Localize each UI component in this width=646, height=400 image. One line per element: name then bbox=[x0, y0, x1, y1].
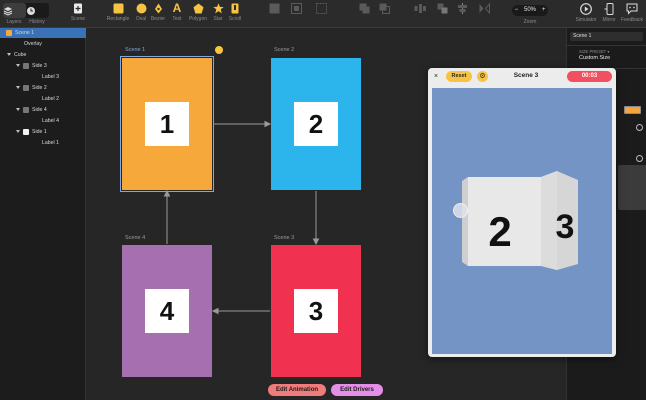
trigger-icon[interactable]: ⚡ bbox=[215, 46, 223, 54]
flip-icon bbox=[479, 3, 490, 14]
layer-row-label-3[interactable]: Label 3 bbox=[0, 72, 86, 82]
disclosure-triangle-icon[interactable] bbox=[16, 64, 20, 68]
scene-label: Scene 3 bbox=[274, 235, 295, 241]
scene-name-field[interactable]: Scene 1 bbox=[570, 32, 643, 41]
layers-history-toggle[interactable] bbox=[3, 3, 49, 18]
scene-number-card: 1 bbox=[145, 102, 189, 146]
cube-render: 2 3 bbox=[462, 171, 578, 270]
mask-icon bbox=[269, 3, 279, 14]
zoom-in-button[interactable]: + bbox=[540, 5, 548, 16]
cube-side-number: 3 bbox=[556, 208, 575, 246]
layer-row-label-4[interactable]: Label 4 bbox=[0, 116, 86, 126]
arrange-icon bbox=[437, 3, 447, 14]
subtract-icon bbox=[379, 3, 390, 14]
layer-row-label-2[interactable]: Label 2 bbox=[0, 94, 86, 104]
scene-3-artboard[interactable]: 3 bbox=[271, 245, 361, 377]
zoom-control[interactable]: − 50% + bbox=[512, 5, 548, 16]
divider bbox=[567, 45, 646, 46]
layer-row-cube[interactable]: Cube bbox=[0, 50, 86, 60]
disclosure-triangle-icon[interactable] bbox=[16, 86, 20, 90]
layer-row-overlay[interactable]: Overlay bbox=[0, 39, 86, 49]
scene-icon bbox=[6, 29, 12, 36]
disclosure-triangle-icon[interactable] bbox=[7, 53, 11, 57]
feedback-icon bbox=[626, 3, 638, 15]
timer-badge: 00:03 bbox=[567, 71, 612, 82]
touch-pointer bbox=[453, 203, 468, 218]
scene-label: Scene 4 bbox=[125, 235, 146, 241]
scene-label: Scene 2 bbox=[274, 47, 295, 53]
scene-2-artboard[interactable]: 2 bbox=[271, 58, 361, 190]
pen-icon bbox=[154, 3, 162, 14]
layer-thumbnail-icon bbox=[23, 84, 29, 91]
cube-face-number: 2 bbox=[488, 208, 511, 255]
layer-thumbnail-icon bbox=[23, 62, 29, 69]
group-tool[interactable] bbox=[282, 3, 310, 22]
size-preset-value[interactable]: Custom Size bbox=[579, 55, 610, 61]
group-icon bbox=[290, 3, 302, 14]
scroll-tool[interactable]: Scroll bbox=[221, 3, 249, 22]
reset-button[interactable]: Reset bbox=[446, 71, 472, 82]
union-icon bbox=[359, 3, 369, 14]
distribute-icon bbox=[414, 4, 426, 13]
scene-1-artboard[interactable]: 1 bbox=[120, 56, 214, 192]
layer-thumbnail-icon bbox=[23, 106, 29, 113]
layers-tab[interactable] bbox=[3, 3, 26, 18]
scene-number-card: 3 bbox=[294, 289, 338, 333]
zoom-label: Zoom bbox=[523, 19, 537, 25]
layers-icon bbox=[3, 7, 13, 16]
scene-label: Scene 1 bbox=[125, 47, 146, 53]
scene-tool[interactable]: Scene bbox=[64, 3, 92, 22]
zoom-out-button[interactable]: − bbox=[512, 5, 520, 16]
layer-row-side-1[interactable]: Side 1 bbox=[0, 127, 86, 137]
flip-tool[interactable] bbox=[470, 3, 498, 22]
gear-icon[interactable] bbox=[636, 124, 643, 131]
layer-row-scene-1[interactable]: Scene 1 bbox=[0, 28, 86, 38]
scene-number-card: 4 bbox=[145, 289, 189, 333]
feedback-button[interactable]: Feedback bbox=[618, 3, 646, 23]
layer-row-side-2[interactable]: Side 2 bbox=[0, 83, 86, 93]
zoom-value: 50% bbox=[523, 7, 536, 13]
history-icon bbox=[27, 7, 35, 15]
new-scene-icon bbox=[74, 3, 82, 14]
edit-animation-button[interactable]: Edit Animation bbox=[268, 384, 326, 396]
toolbar: Layers History Scene Rectangle Oval Bezi… bbox=[0, 0, 646, 28]
history-tab[interactable] bbox=[26, 3, 49, 18]
phone-icon bbox=[604, 3, 613, 15]
layers-panel: Scene 1 Overlay Cube Side 3 Label 3 Side… bbox=[0, 28, 86, 400]
layer-row-side-4[interactable]: Side 4 bbox=[0, 105, 86, 115]
ungroup-icon bbox=[315, 3, 327, 14]
scroll-icon bbox=[231, 3, 239, 14]
layer-row-side-3[interactable]: Side 3 bbox=[0, 61, 86, 71]
background-color-swatch[interactable] bbox=[624, 106, 641, 114]
play-icon bbox=[580, 3, 592, 15]
gear-icon[interactable]: ⚙ bbox=[477, 71, 488, 82]
history-label: History bbox=[29, 19, 45, 25]
scene-4-artboard[interactable]: 4 bbox=[122, 245, 212, 377]
preview-stage[interactable]: 2 3 bbox=[432, 88, 612, 354]
gear-icon[interactable] bbox=[636, 155, 643, 162]
layer-row-label-1[interactable]: Label 1 bbox=[0, 138, 86, 148]
disclosure-triangle-icon[interactable] bbox=[16, 108, 20, 112]
property-box bbox=[618, 165, 646, 210]
edit-drivers-button[interactable]: Edit Drivers bbox=[331, 384, 383, 396]
scene-number-card: 2 bbox=[294, 102, 338, 146]
polygon-icon bbox=[193, 3, 203, 14]
disclosure-triangle-icon[interactable] bbox=[16, 130, 20, 134]
align-icon bbox=[457, 3, 467, 14]
subtract-tool[interactable] bbox=[370, 3, 398, 22]
size-preset-label[interactable]: SIZE PRESET ▾ bbox=[579, 49, 609, 54]
close-icon[interactable]: × bbox=[432, 73, 440, 81]
layer-thumbnail-icon bbox=[23, 128, 29, 135]
rectangle-icon bbox=[113, 3, 123, 14]
preview-title: Scene 3 bbox=[513, 72, 539, 79]
ungroup-tool[interactable] bbox=[307, 3, 335, 22]
